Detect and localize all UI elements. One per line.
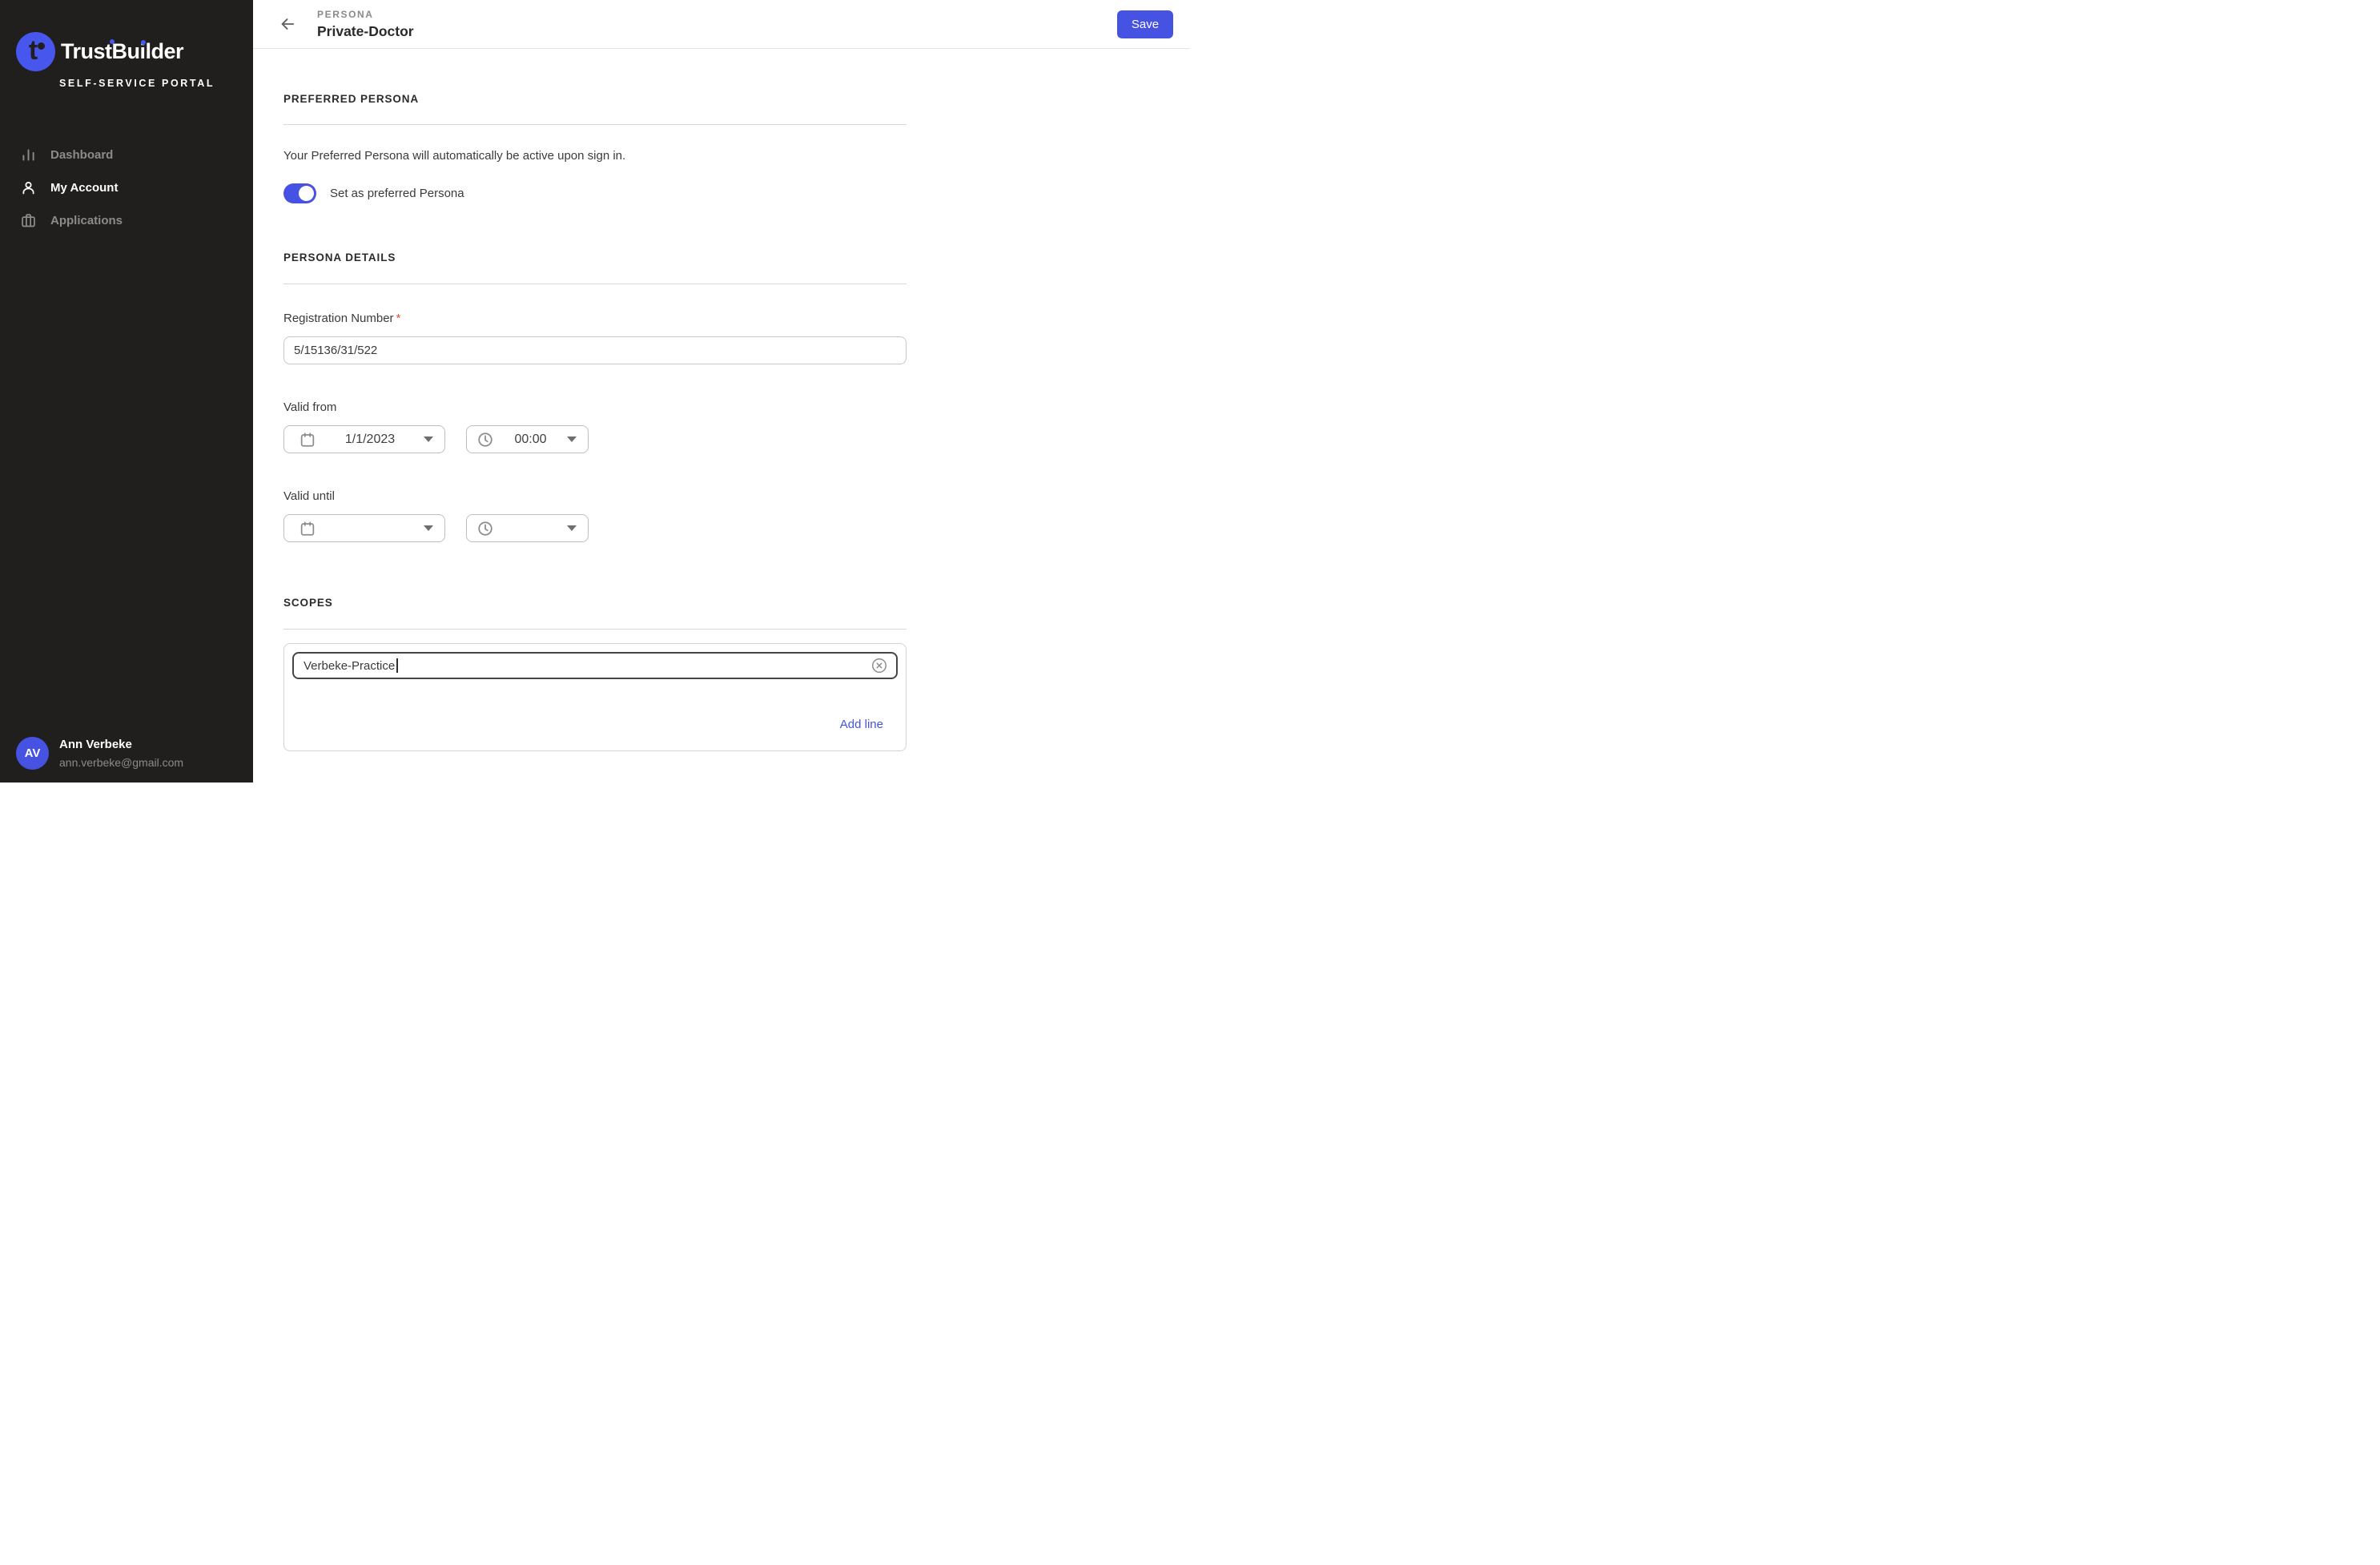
brand-wordmark: TrustBuilder [61,39,183,64]
person-icon [20,179,37,196]
calendar-icon [299,431,316,449]
registration-number-input[interactable] [283,336,907,364]
user-name: Ann Verbeke [59,737,183,753]
valid-from-time-value: 00:00 [494,432,567,447]
brand-block: t TrustBuilder SELF-SERVICE PORTAL [0,0,253,89]
valid-from-row: 1/1/2023 00:00 [283,425,907,453]
user-block[interactable]: AV Ann Verbeke ann.verbeke@gmail.com [0,737,253,782]
sidebar-item-label: My Account [50,181,118,195]
add-line-row: Add line [292,718,898,742]
clock-icon [476,431,494,449]
section-title: PREFERRED PERSONA [283,93,907,105]
clock-icon [476,520,494,537]
clear-scope-button[interactable] [870,657,888,674]
sidebar-item-dashboard[interactable]: Dashboard [0,139,253,171]
brand-part: Bu [112,39,140,63]
registration-number-label: Registration Number* [283,312,907,325]
trustbuilder-logo-icon: t [16,32,55,71]
valid-until-time-picker[interactable] [466,514,589,542]
page-title: Private-Doctor [317,23,414,40]
label-text: Registration Number [283,312,394,325]
main-area: PERSONA Private-Doctor Save PREFERRED PE… [253,0,1190,782]
avatar: AV [16,737,49,770]
section-persona-details: PERSONA DETAILS Registration Number* Val… [283,251,907,542]
toggle-label: Set as preferred Persona [330,187,464,200]
brand-part: Trus [61,39,105,63]
sidebar-item-label: Applications [50,214,123,227]
section-title: PERSONA DETAILS [283,251,907,264]
section-scopes: SCOPES Verbeke-Practice Add line [283,597,907,751]
valid-until-row [283,514,907,542]
add-line-link[interactable]: Add line [840,718,883,731]
valid-from-date-picker[interactable]: 1/1/2023 [283,425,445,453]
persona-eyebrow: PERSONA [317,9,414,20]
sidebar: t TrustBuilder SELF-SERVICE PORTAL Dashb… [0,0,253,782]
sidebar-nav: Dashboard My Account Applications [0,139,253,237]
preferred-persona-toggle-row: Set as preferred Persona [283,183,907,203]
user-email: ann.verbeke@gmail.com [59,755,183,770]
scope-line-value: Verbeke-Practice [304,659,395,673]
circle-x-icon [870,657,888,674]
required-asterisk: * [396,312,401,325]
page-header: PERSONA Private-Doctor Save [253,0,1190,49]
chevron-down-icon [567,525,577,531]
arrow-left-icon [279,15,296,33]
divider [283,124,907,125]
section-title: SCOPES [283,597,907,609]
divider [283,629,907,630]
section-preferred-persona: PREFERRED PERSONA Your Preferred Persona… [283,93,907,203]
chevron-down-icon [424,437,433,442]
brand-part: t [105,39,112,63]
valid-until-date-picker[interactable] [283,514,445,542]
text-cursor [396,658,398,673]
valid-until-label: Valid until [283,489,907,503]
brand-part: i [140,39,146,63]
brand-part: lder [146,39,184,63]
back-button[interactable] [277,14,298,34]
scope-line-input[interactable]: Verbeke-Practice [292,652,898,679]
logo-dot [38,42,45,50]
valid-from-time-picker[interactable]: 00:00 [466,425,589,453]
scopes-box: Verbeke-Practice Add line [283,643,907,751]
sidebar-item-label: Dashboard [50,148,113,162]
toggle-knob [299,186,314,201]
valid-from-date-value: 1/1/2023 [316,432,424,447]
chevron-down-icon [424,525,433,531]
brand-subtitle: SELF-SERVICE PORTAL [59,78,237,89]
preferred-persona-toggle[interactable] [283,183,316,203]
title-block: PERSONA Private-Doctor [317,9,414,40]
save-button[interactable]: Save [1117,10,1173,38]
content: PREFERRED PERSONA Your Preferred Persona… [253,49,907,751]
valid-from-label: Valid from [283,400,907,414]
briefcase-icon [20,212,37,229]
preferred-persona-description: Your Preferred Persona will automaticall… [283,149,907,163]
logo-letter: t [29,37,38,64]
chevron-down-icon [567,437,577,442]
sidebar-item-applications[interactable]: Applications [0,204,253,237]
sidebar-item-my-account[interactable]: My Account [0,171,253,204]
bar-chart-icon [20,147,37,163]
calendar-icon [299,520,316,537]
